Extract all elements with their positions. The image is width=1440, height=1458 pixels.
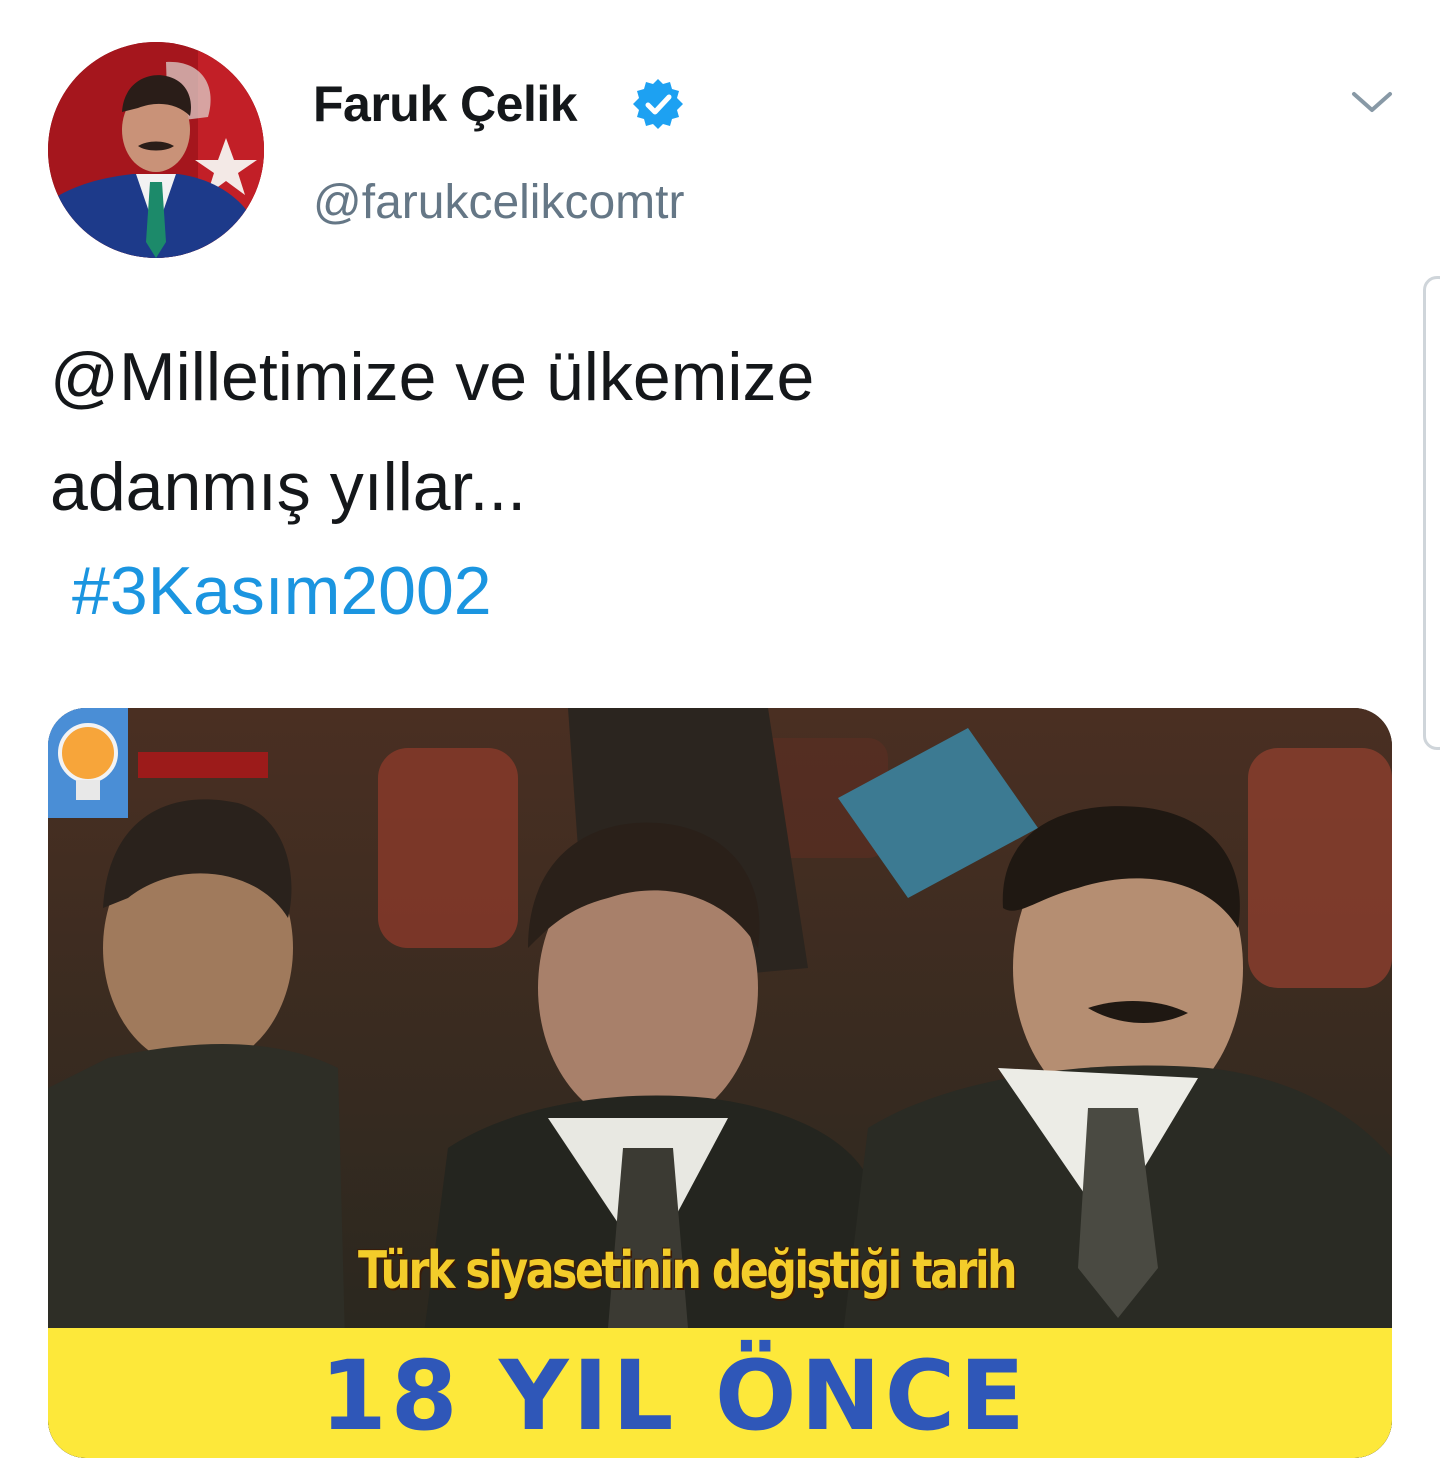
scrollbar[interactable] — [1423, 276, 1440, 750]
lightbulb-icon — [48, 708, 128, 818]
tweet-text-line-2: adanmış yıllar... — [50, 449, 527, 525]
media-caption-overlay: Türk siyasetinin değiştiği tarih — [358, 1241, 1017, 1301]
chevron-down-icon[interactable] — [1348, 82, 1396, 122]
author-handle[interactable]: @farukcelikcomtr — [313, 174, 684, 232]
media-banner-text: 18 YIL ÖNCE — [320, 1340, 1029, 1452]
tweet-media-image[interactable]: a Türk siyasetinin değiştiği tarih 18 YI… — [48, 708, 1392, 1458]
hashtag-link[interactable]: #3Kasım2002 — [72, 548, 492, 634]
author-avatar[interactable] — [48, 42, 264, 258]
verified-badge-icon — [630, 76, 686, 132]
author-display-name[interactable]: Faruk Çelik — [313, 74, 578, 134]
tweet-text: @Milletimize ve ülkemize adanmış yıllar.… — [50, 322, 1250, 542]
tweet-text-line-1: @Milletimize ve ülkemize — [50, 339, 815, 415]
